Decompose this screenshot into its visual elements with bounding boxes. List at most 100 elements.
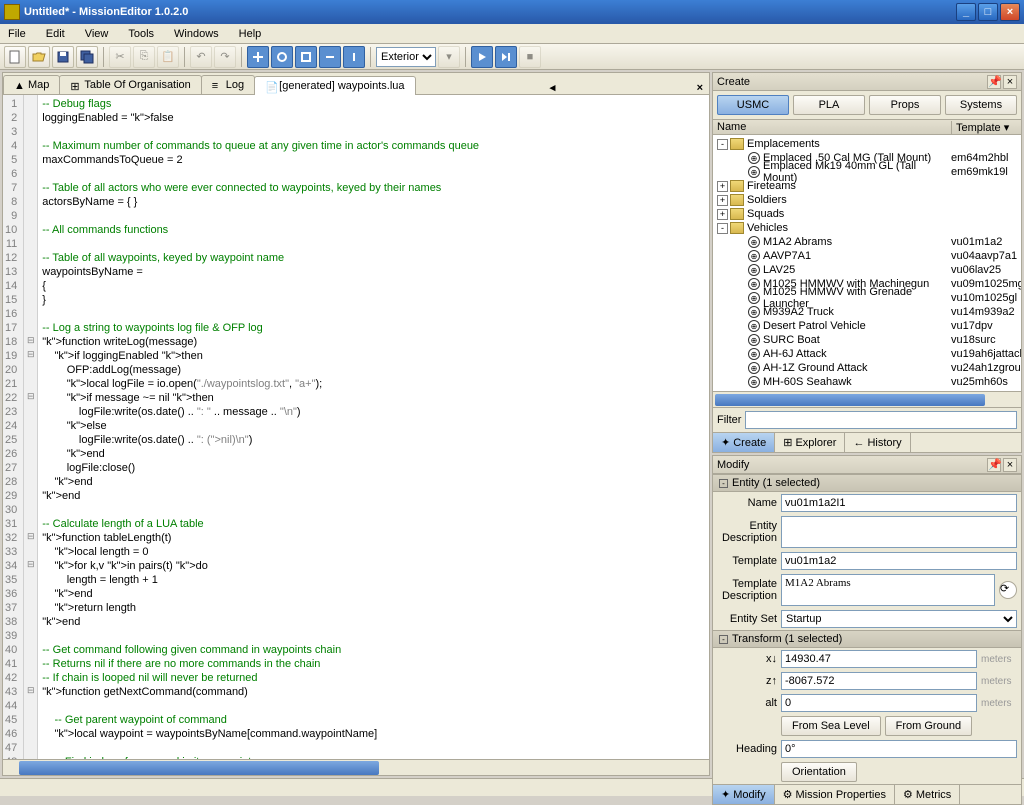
tree-item[interactable]: ⊕M939A2 Truckvu14m939a2 [713, 305, 1021, 319]
cat-usmc[interactable]: USMC [717, 95, 789, 115]
history-icon: ← [853, 437, 864, 449]
tree-item[interactable]: ⊕SURC Boatvu18surc [713, 333, 1021, 347]
tree-item[interactable]: ⊕AH-1Z Ground Attackvu24ah1zground [713, 361, 1021, 375]
alt-field[interactable] [781, 694, 977, 712]
org-icon: ⊞ [70, 80, 80, 90]
tdesc-refresh-icon[interactable]: ⟳ [999, 581, 1017, 599]
tree-item[interactable]: ⊕MH-60S Seahawkvu25mh60s [713, 375, 1021, 389]
tree-item[interactable]: ⊕Desert Patrol Vehiclevu17dpv [713, 319, 1021, 333]
cat-props[interactable]: Props [869, 95, 941, 115]
tree-folder[interactable]: +Soldiers [713, 193, 1021, 207]
nav4-button[interactable] [319, 46, 341, 68]
entdesc-label: Entity Description [717, 520, 777, 544]
heading-field[interactable] [781, 740, 1017, 758]
btab-create[interactable]: ✦Create [713, 433, 775, 452]
mission-icon: ⚙ [783, 788, 793, 801]
create-close-icon[interactable]: × [1003, 75, 1017, 89]
btab-mission[interactable]: ⚙Mission Properties [775, 785, 895, 804]
modify-pin-icon[interactable]: 📌 [987, 458, 1001, 472]
btab-modify[interactable]: ✦Modify [713, 785, 775, 804]
undo-button[interactable]: ↶ [190, 46, 212, 68]
menu-file[interactable]: File [4, 26, 30, 42]
nav2-button[interactable] [271, 46, 293, 68]
open-button[interactable] [28, 46, 50, 68]
nav3-button[interactable] [295, 46, 317, 68]
tree-item[interactable]: ⊕AAVP7A1vu04aavp7a1 [713, 249, 1021, 263]
z-field[interactable] [781, 672, 977, 690]
x-field[interactable] [781, 650, 977, 668]
name-label: Name [717, 497, 777, 509]
section-entity[interactable]: -Entity (1 selected) [713, 474, 1021, 492]
heading-label: Heading [717, 743, 777, 755]
menu-edit[interactable]: Edit [42, 26, 69, 42]
menu-help[interactable]: Help [235, 26, 266, 42]
app-icon [4, 4, 20, 20]
tree-item[interactable]: ⊕LAV25vu06lav25 [713, 263, 1021, 277]
tree-header-name[interactable]: Name [713, 121, 951, 133]
menu-view[interactable]: View [81, 26, 113, 42]
tree-folder[interactable]: -Vehicles [713, 221, 1021, 235]
cat-systems[interactable]: Systems [945, 95, 1017, 115]
tree-folder[interactable]: +Fireteams [713, 179, 1021, 193]
create-hscroll[interactable] [713, 391, 1021, 407]
tabs-nav-left[interactable]: ◂ [544, 81, 562, 94]
cut-button[interactable]: ✂ [109, 46, 131, 68]
tree-item[interactable]: ⊕M1025 HMMWV with Grenade Launchervu10m1… [713, 291, 1021, 305]
btab-history[interactable]: ←History [845, 433, 910, 452]
entdesc-field[interactable] [781, 516, 1017, 548]
btab-metrics[interactable]: ⚙Metrics [895, 785, 960, 804]
name-field[interactable] [781, 494, 1017, 512]
orientation-button[interactable]: Orientation [781, 762, 857, 782]
tree-folder[interactable]: -Emplacements [713, 137, 1021, 151]
titlebar: Untitled* - MissionEditor 1.0.2.0 _ □ × [0, 0, 1024, 24]
tab-map[interactable]: ▲Map [3, 75, 60, 94]
redo-button[interactable]: ↷ [214, 46, 236, 68]
menu-windows[interactable]: Windows [170, 26, 223, 42]
window-title: Untitled* - MissionEditor 1.0.2.0 [24, 6, 956, 18]
save-button[interactable] [52, 46, 74, 68]
tab-script[interactable]: 📄[generated] waypoints.lua [254, 76, 415, 95]
editor-hscroll[interactable] [3, 759, 709, 775]
explorer-icon: ⊞ [783, 436, 792, 449]
tab-log[interactable]: ≡Log [201, 75, 255, 94]
copy-button[interactable]: ⎘ [133, 46, 155, 68]
from-sea-button[interactable]: From Sea Level [781, 716, 881, 736]
btab-explorer[interactable]: ⊞Explorer [775, 433, 845, 452]
section-transform[interactable]: -Transform (1 selected) [713, 630, 1021, 648]
view-select[interactable]: Exterior [376, 47, 436, 67]
paste-button[interactable]: 📋 [157, 46, 179, 68]
code-editor[interactable]: 1234567891011121314151617181920212223242… [3, 95, 709, 759]
create-title: Create [717, 76, 985, 88]
new-button[interactable] [4, 46, 26, 68]
menu-tools[interactable]: Tools [124, 26, 158, 42]
alt-label: alt [717, 697, 777, 709]
from-ground-button[interactable]: From Ground [885, 716, 972, 736]
create-pin-icon[interactable]: 📌 [987, 75, 1001, 89]
tab-org[interactable]: ⊞Table Of Organisation [59, 75, 201, 94]
stop-button[interactable]: ■ [519, 46, 541, 68]
cat-pla[interactable]: PLA [793, 95, 865, 115]
tab-close[interactable]: × [691, 82, 709, 94]
template-field[interactable] [781, 552, 1017, 570]
modify-close-icon[interactable]: × [1003, 458, 1017, 472]
tree-header-template[interactable]: Template ▾ [951, 121, 1021, 134]
maximize-button[interactable]: □ [978, 3, 998, 21]
close-button[interactable]: × [1000, 3, 1020, 21]
map-icon: ▲ [14, 80, 24, 90]
minimize-button[interactable]: _ [956, 3, 976, 21]
nav1-button[interactable] [247, 46, 269, 68]
entset-select[interactable]: Startup [781, 610, 1017, 628]
tree-folder[interactable]: +Squads [713, 207, 1021, 221]
entity-tree[interactable]: -Emplacements⊕Emplaced .50 Cal MG (Tall … [713, 135, 1021, 391]
tree-item[interactable]: ⊕AH-6J Attackvu19ah6jattack [713, 347, 1021, 361]
saveall-button[interactable] [76, 46, 98, 68]
play-button[interactable] [471, 46, 493, 68]
view-dd-button[interactable]: ▾ [438, 46, 460, 68]
tree-item[interactable]: ⊕M1A2 Abramsvu01m1a2 [713, 235, 1021, 249]
filter-input[interactable] [745, 411, 1017, 429]
template-label: Template [717, 555, 777, 567]
tdesc-field[interactable] [781, 574, 995, 606]
step-button[interactable] [495, 46, 517, 68]
tree-item[interactable]: ⊕Emplaced Mk19 40mm GL (Tall Mount)em69m… [713, 165, 1021, 179]
nav5-button[interactable] [343, 46, 365, 68]
